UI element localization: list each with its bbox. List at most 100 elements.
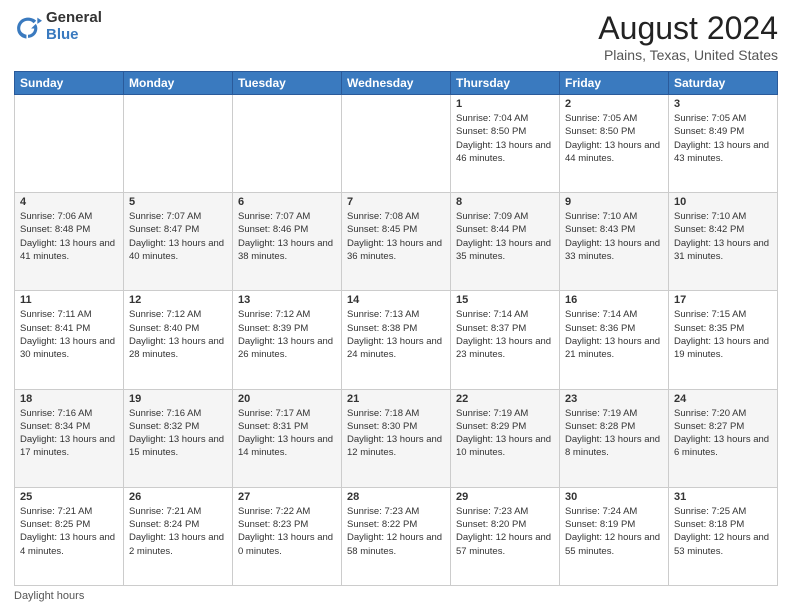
calendar-cell: 19 Sunrise: 7:16 AM Sunset: 8:32 PM Dayli… (124, 389, 233, 487)
logo-blue-text: Blue (46, 27, 102, 44)
calendar-cell: 13 Sunrise: 7:12 AM Sunset: 8:39 PM Dayli… (233, 291, 342, 389)
day-info: Sunrise: 7:05 AM Sunset: 8:50 PM Dayligh… (565, 112, 663, 165)
day-number: 8 (456, 196, 554, 208)
day-info: Sunrise: 7:11 AM Sunset: 8:41 PM Dayligh… (20, 308, 118, 361)
day-info: Sunrise: 7:15 AM Sunset: 8:35 PM Dayligh… (674, 308, 772, 361)
calendar-cell: 14Sunrise: 7:13 AM Sunset: 8:38 PM Dayli… (342, 291, 451, 389)
day-info: Sunrise: 7:06 AM Sunset: 8:48 PM Dayligh… (20, 210, 118, 263)
day-info: Sunrise: 7:21 AM Sunset: 8:25 PM Dayligh… (20, 505, 118, 558)
calendar-cell (15, 95, 124, 193)
calendar-cell: 15Sunrise: 7:14 AM Sunset: 8:37 PM Dayli… (451, 291, 560, 389)
calendar-cell: 28Sunrise: 7:23 AM Sunset: 8:22 PM Dayli… (342, 487, 451, 585)
calendar-cell: 18 Sunrise: 7:16 AM Sunset: 8:34 PM Dayli… (15, 389, 124, 487)
calendar-cell: 10Sunrise: 7:10 AM Sunset: 8:42 PM Dayli… (669, 193, 778, 291)
calendar-cell: 3 Sunrise: 7:05 AM Sunset: 8:49 PM Daylig… (669, 95, 778, 193)
day-info: Sunrise: 7:09 AM Sunset: 8:44 PM Dayligh… (456, 210, 554, 263)
calendar-cell: 31 Sunrise: 7:25 AM Sunset: 8:18 PM Dayli… (669, 487, 778, 585)
day-number: 19 (129, 393, 227, 405)
logo-icon (14, 13, 42, 41)
calendar-cell: 12 Sunrise: 7:12 AM Sunset: 8:40 PM Dayli… (124, 291, 233, 389)
day-info: Sunrise: 7:23 AM Sunset: 8:20 PM Dayligh… (456, 505, 554, 558)
day-number: 9 (565, 196, 663, 208)
calendar-header-monday: Monday (124, 72, 233, 95)
day-info: Sunrise: 7:16 AM Sunset: 8:34 PM Dayligh… (20, 407, 118, 460)
calendar-cell: 5 Sunrise: 7:07 AM Sunset: 8:47 PM Daylig… (124, 193, 233, 291)
day-number: 31 (674, 491, 772, 503)
calendar-cell: 9 Sunrise: 7:10 AM Sunset: 8:43 PM Daylig… (560, 193, 669, 291)
calendar-header-saturday: Saturday (669, 72, 778, 95)
calendar-cell: 11 Sunrise: 7:11 AM Sunset: 8:41 PM Dayli… (15, 291, 124, 389)
day-info: Sunrise: 7:19 AM Sunset: 8:28 PM Dayligh… (565, 407, 663, 460)
calendar-cell: 4 Sunrise: 7:06 AM Sunset: 8:48 PM Daylig… (15, 193, 124, 291)
day-info: Sunrise: 7:14 AM Sunset: 8:36 PM Dayligh… (565, 308, 663, 361)
day-info: Sunrise: 7:08 AM Sunset: 8:45 PM Dayligh… (347, 210, 445, 263)
title-block: August 2024 Plains, Texas, United States (598, 10, 778, 63)
day-number: 22 (456, 393, 554, 405)
day-number: 7 (347, 196, 445, 208)
calendar-cell: 27Sunrise: 7:22 AM Sunset: 8:23 PM Dayli… (233, 487, 342, 585)
day-number: 25 (20, 491, 118, 503)
calendar-header-friday: Friday (560, 72, 669, 95)
day-info: Sunrise: 7:12 AM Sunset: 8:39 PM Dayligh… (238, 308, 336, 361)
calendar-cell: 30 Sunrise: 7:24 AM Sunset: 8:19 PM Dayli… (560, 487, 669, 585)
calendar-cell (233, 95, 342, 193)
day-number: 6 (238, 196, 336, 208)
header: General Blue August 2024 Plains, Texas, … (14, 10, 778, 63)
logo-text: General Blue (46, 10, 102, 43)
day-number: 11 (20, 294, 118, 306)
calendar-cell: 21 Sunrise: 7:18 AM Sunset: 8:30 PM Dayli… (342, 389, 451, 487)
calendar-cell: 7 Sunrise: 7:08 AM Sunset: 8:45 PM Daylig… (342, 193, 451, 291)
day-number: 3 (674, 98, 772, 110)
day-number: 21 (347, 393, 445, 405)
day-info: Sunrise: 7:16 AM Sunset: 8:32 PM Dayligh… (129, 407, 227, 460)
day-info: Sunrise: 7:07 AM Sunset: 8:47 PM Dayligh… (129, 210, 227, 263)
day-number: 18 (20, 393, 118, 405)
calendar-week-row: 4 Sunrise: 7:06 AM Sunset: 8:48 PM Daylig… (15, 193, 778, 291)
day-number: 13 (238, 294, 336, 306)
day-number: 5 (129, 196, 227, 208)
day-info: Sunrise: 7:10 AM Sunset: 8:43 PM Dayligh… (565, 210, 663, 263)
day-info: Sunrise: 7:22 AM Sunset: 8:23 PM Dayligh… (238, 505, 336, 558)
day-number: 24 (674, 393, 772, 405)
day-info: Sunrise: 7:20 AM Sunset: 8:27 PM Dayligh… (674, 407, 772, 460)
day-number: 2 (565, 98, 663, 110)
day-info: Sunrise: 7:14 AM Sunset: 8:37 PM Dayligh… (456, 308, 554, 361)
day-info: Sunrise: 7:21 AM Sunset: 8:24 PM Dayligh… (129, 505, 227, 558)
calendar-cell: 20 Sunrise: 7:17 AM Sunset: 8:31 PM Dayli… (233, 389, 342, 487)
day-info: Sunrise: 7:18 AM Sunset: 8:30 PM Dayligh… (347, 407, 445, 460)
day-number: 26 (129, 491, 227, 503)
calendar-table: SundayMondayTuesdayWednesdayThursdayFrid… (14, 71, 778, 586)
day-info: Sunrise: 7:04 AM Sunset: 8:50 PM Dayligh… (456, 112, 554, 165)
day-number: 14 (347, 294, 445, 306)
subtitle: Plains, Texas, United States (598, 47, 778, 63)
day-info: Sunrise: 7:17 AM Sunset: 8:31 PM Dayligh… (238, 407, 336, 460)
day-number: 12 (129, 294, 227, 306)
day-number: 16 (565, 294, 663, 306)
page: General Blue August 2024 Plains, Texas, … (0, 0, 792, 612)
calendar-cell (342, 95, 451, 193)
calendar-header-row: SundayMondayTuesdayWednesdayThursdayFrid… (15, 72, 778, 95)
calendar-cell: 24 Sunrise: 7:20 AM Sunset: 8:27 PM Dayli… (669, 389, 778, 487)
calendar-cell: 26 Sunrise: 7:21 AM Sunset: 8:24 PM Dayli… (124, 487, 233, 585)
calendar-week-row: 1 Sunrise: 7:04 AM Sunset: 8:50 PM Daylig… (15, 95, 778, 193)
day-info: Sunrise: 7:05 AM Sunset: 8:49 PM Dayligh… (674, 112, 772, 165)
day-number: 10 (674, 196, 772, 208)
day-info: Sunrise: 7:19 AM Sunset: 8:29 PM Dayligh… (456, 407, 554, 460)
day-number: 20 (238, 393, 336, 405)
calendar-cell: 6 Sunrise: 7:07 AM Sunset: 8:46 PM Daylig… (233, 193, 342, 291)
calendar-week-row: 25 Sunrise: 7:21 AM Sunset: 8:25 PM Dayli… (15, 487, 778, 585)
calendar-cell: 25 Sunrise: 7:21 AM Sunset: 8:25 PM Dayli… (15, 487, 124, 585)
calendar-cell: 1 Sunrise: 7:04 AM Sunset: 8:50 PM Daylig… (451, 95, 560, 193)
day-info: Sunrise: 7:24 AM Sunset: 8:19 PM Dayligh… (565, 505, 663, 558)
calendar-cell: 2 Sunrise: 7:05 AM Sunset: 8:50 PM Daylig… (560, 95, 669, 193)
day-number: 4 (20, 196, 118, 208)
calendar-header-tuesday: Tuesday (233, 72, 342, 95)
day-number: 1 (456, 98, 554, 110)
day-number: 28 (347, 491, 445, 503)
day-info: Sunrise: 7:07 AM Sunset: 8:46 PM Dayligh… (238, 210, 336, 263)
day-number: 30 (565, 491, 663, 503)
day-info: Sunrise: 7:25 AM Sunset: 8:18 PM Dayligh… (674, 505, 772, 558)
calendar-week-row: 18 Sunrise: 7:16 AM Sunset: 8:34 PM Dayli… (15, 389, 778, 487)
calendar-header-sunday: Sunday (15, 72, 124, 95)
day-info: Sunrise: 7:12 AM Sunset: 8:40 PM Dayligh… (129, 308, 227, 361)
